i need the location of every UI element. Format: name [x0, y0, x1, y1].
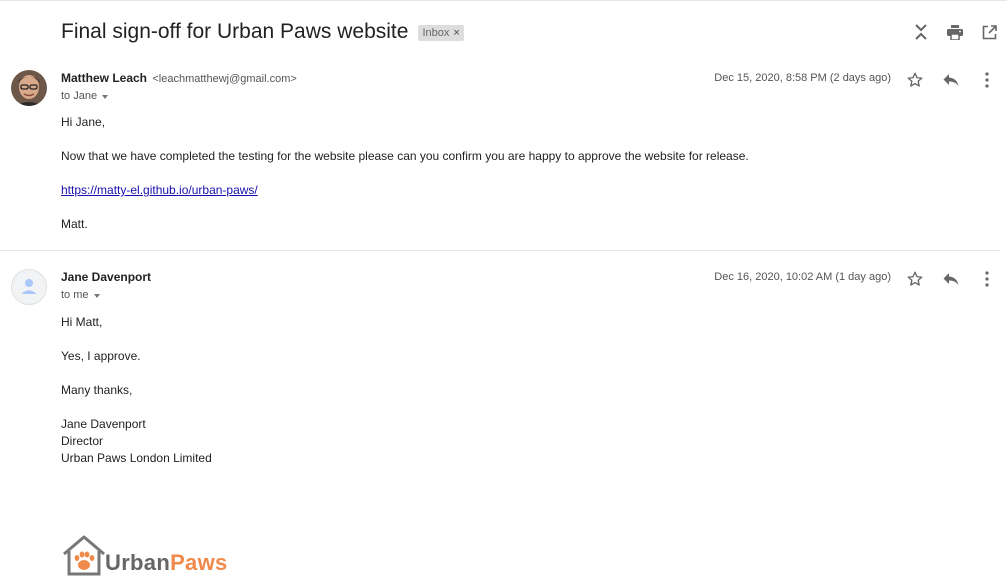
- thread-toolbar: [911, 22, 999, 42]
- reply-icon[interactable]: [941, 70, 961, 90]
- print-icon[interactable]: [945, 22, 965, 42]
- message-body: Hi Jane, Now that we have completed the …: [61, 114, 749, 250]
- collapse-all-icon[interactable]: [911, 22, 931, 42]
- body-closing: Many thanks,: [61, 383, 133, 397]
- more-options-icon[interactable]: [977, 269, 997, 289]
- logo-word-urban: Urban: [105, 550, 171, 575]
- avatar-matthew[interactable]: [11, 70, 47, 106]
- remove-label-button[interactable]: ×: [453, 27, 459, 39]
- inbox-label-chip[interactable]: Inbox ×: [418, 25, 464, 41]
- chevron-down-icon[interactable]: [93, 293, 100, 298]
- sender-line: Matthew Leach <leachmatthewj@gmail.com>: [61, 71, 297, 85]
- logo-word-paws: Paws: [170, 550, 228, 575]
- signature-name: Jane Davenport: [61, 417, 146, 431]
- label-text: Inbox: [422, 27, 450, 39]
- recipients-text: to Jane: [61, 90, 98, 102]
- open-in-new-window-icon[interactable]: [979, 22, 999, 42]
- message-body: Hi Matt, Yes, I approve. Many thanks, Ja…: [61, 314, 212, 467]
- avatar-placeholder-icon[interactable]: [11, 269, 47, 305]
- recipients-toggle[interactable]: to me: [61, 289, 100, 301]
- message-date: Dec 15, 2020, 8:58 PM (2 days ago): [714, 72, 891, 84]
- signature-company: Urban Paws London Limited: [61, 451, 212, 465]
- body-greeting: Hi Jane,: [61, 115, 106, 129]
- body-signoff: Matt.: [61, 217, 88, 231]
- recipients-toggle[interactable]: to Jane: [61, 90, 109, 102]
- message-actions: [905, 70, 997, 90]
- message-date: Dec 16, 2020, 10:02 AM (1 day ago): [714, 271, 891, 283]
- sender-email: <leachmatthewj@gmail.com>: [152, 73, 297, 85]
- website-link[interactable]: https://matty-el.github.io/urban-paws/: [61, 183, 258, 197]
- urban-paws-logo: UrbanPaws: [61, 534, 228, 576]
- recipients-text: to me: [61, 289, 89, 301]
- top-border: [0, 0, 1007, 1]
- logo-wordmark: UrbanPaws: [105, 550, 228, 576]
- sender-name[interactable]: Jane Davenport: [61, 270, 151, 284]
- more-options-icon[interactable]: [977, 70, 997, 90]
- signature-title: Director: [61, 434, 104, 448]
- body-greeting: Hi Matt,: [61, 315, 103, 329]
- sender-name[interactable]: Matthew Leach: [61, 71, 147, 85]
- body-paragraph: Yes, I approve.: [61, 349, 141, 363]
- subject-row: Final sign-off for Urban Paws website In…: [61, 17, 464, 47]
- star-icon[interactable]: [905, 70, 925, 90]
- message-divider: [0, 250, 1000, 251]
- thread-subject: Final sign-off for Urban Paws website: [61, 20, 409, 43]
- sender-line: Jane Davenport: [61, 270, 151, 284]
- star-icon[interactable]: [905, 269, 925, 289]
- body-paragraph: Now that we have completed the testing f…: [61, 149, 749, 163]
- chevron-down-icon[interactable]: [102, 94, 109, 99]
- reply-icon[interactable]: [941, 269, 961, 289]
- message-actions: [905, 269, 997, 289]
- house-paw-icon: [63, 535, 105, 576]
